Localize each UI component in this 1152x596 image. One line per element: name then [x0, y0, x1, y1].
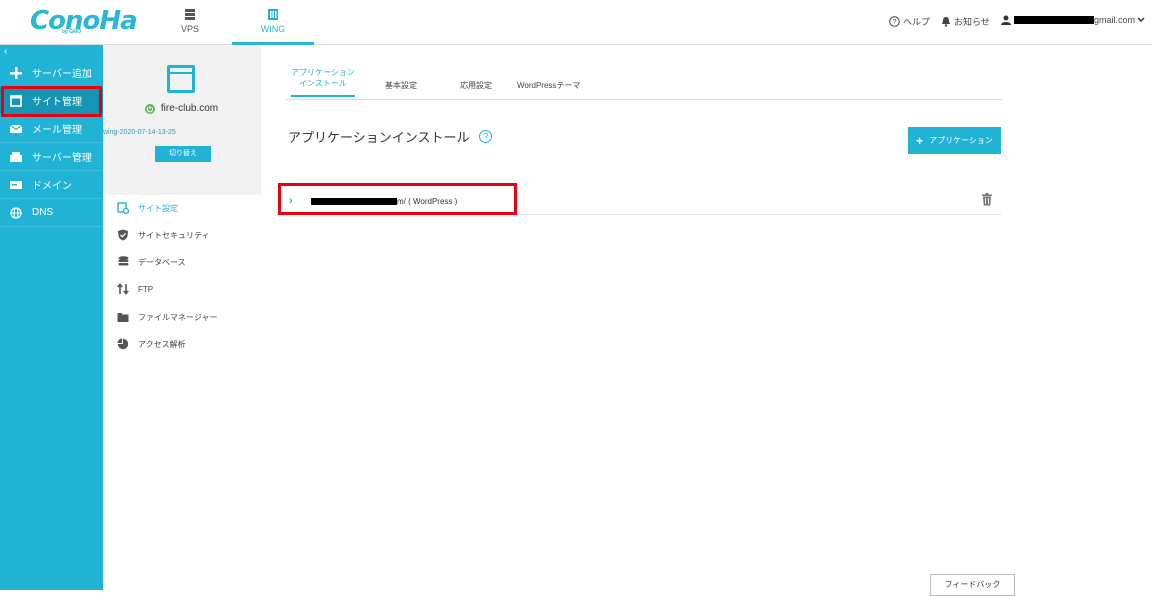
page-title: アプリケーションインストール ?	[288, 127, 493, 146]
help-question-icon[interactable]: ?	[479, 130, 493, 143]
database-icon	[117, 256, 129, 268]
highlight-box-application	[278, 183, 517, 215]
wing-icon	[268, 9, 278, 20]
feedback-button[interactable]: フィードバック	[930, 574, 1015, 596]
domain-icon	[9, 178, 23, 192]
menu-ftp[interactable]: FTP	[117, 283, 153, 295]
sidebar-item-label: メール管理	[32, 125, 82, 136]
plus-icon: +	[916, 133, 924, 148]
notifications-link[interactable]: お知らせ	[941, 15, 990, 28]
tab-label: 基本設定	[385, 81, 417, 90]
tab-label: WordPressテーマ	[517, 81, 581, 90]
menu-label: データベース	[138, 257, 186, 267]
menu-label: サイトセキュリティ	[138, 230, 210, 240]
tab-basic-settings[interactable]: 基本設定	[385, 80, 417, 91]
tab-wing-label: WING	[260, 24, 286, 34]
logo-text: ConoHa	[30, 6, 138, 36]
sidebar-item-label: サーバー追加	[32, 69, 92, 80]
tab-advanced-settings[interactable]: 応用設定	[460, 80, 492, 91]
plus-icon	[9, 66, 23, 80]
sidebar-item-label: サーバー管理	[32, 153, 92, 164]
sidebar-item-label: DNS	[32, 207, 54, 218]
chevron-down-icon	[1137, 17, 1145, 23]
collapse-sidebar-icon[interactable]: ‹	[4, 46, 7, 57]
ftp-icon	[117, 283, 129, 295]
page-title-text: アプリケーションインストール	[288, 130, 470, 145]
tab-application-install[interactable]: アプリケーション インストール	[291, 67, 355, 97]
tab-vps-label: VPS	[180, 24, 199, 34]
redacted-email	[1014, 16, 1094, 24]
tab-wordpress-theme[interactable]: WordPressテーマ	[517, 80, 580, 91]
tab-label-line2: インストール	[299, 79, 347, 88]
tab-wing[interactable]: WING	[232, 0, 314, 45]
help-icon: ?	[889, 16, 900, 27]
server-icon	[9, 150, 23, 164]
folder-icon	[117, 311, 129, 323]
site-name-text: fire-club.com	[160, 103, 219, 114]
tab-divider	[286, 99, 1002, 100]
shield-icon	[117, 229, 129, 241]
site-name: fire-club.com	[103, 103, 260, 114]
menu-site-settings[interactable]: サイト設定	[117, 202, 178, 214]
sidebar-item-dns[interactable]: DNS	[0, 199, 103, 227]
menu-database[interactable]: データベース	[117, 256, 186, 268]
server-stack-icon	[185, 9, 195, 20]
menu-label: サイト設定	[138, 203, 178, 213]
add-application-button[interactable]: + アプリケーション	[908, 127, 1001, 154]
site-id: wing-2020-07-14-13-25	[103, 129, 176, 136]
bell-icon	[942, 17, 950, 27]
site-info-box: fire-club.com wing-2020-07-14-13-25 切り替え	[103, 45, 261, 195]
account-menu[interactable]: gmail.com	[1001, 15, 1148, 25]
menu-file-manager[interactable]: ファイルマネージャー	[117, 311, 217, 323]
trash-icon[interactable]	[982, 193, 992, 206]
sidebar: ‹ サーバー追加 サイト管理 メール管理 サーバー管理 ドメイン DNS	[0, 45, 103, 590]
help-link[interactable]: ? ヘルプ	[889, 15, 930, 28]
highlight-box-sidebar	[1, 86, 102, 117]
account-email: gmail.com	[1094, 15, 1136, 25]
mail-icon	[9, 122, 23, 136]
tab-label-line1: アプリケーション	[291, 68, 355, 77]
sidebar-item-label: ドメイン	[32, 181, 72, 192]
menu-label: FTP	[138, 284, 154, 294]
site-window-icon	[167, 65, 195, 93]
sidebar-item-mail-management[interactable]: メール管理	[0, 115, 103, 143]
svg-text:?: ?	[893, 19, 897, 26]
main-content: アプリケーション インストール 基本設定 応用設定 WordPressテーマ ア…	[261, 45, 1152, 596]
power-status-icon	[144, 103, 155, 114]
tab-vps[interactable]: VPS	[149, 0, 231, 45]
globe-icon	[9, 206, 23, 220]
tab-label: 応用設定	[460, 81, 492, 90]
notifications-label: お知らせ	[954, 17, 990, 27]
switch-site-button[interactable]: 切り替え	[155, 146, 211, 162]
top-header: ConoHa by GMO VPS WING ? ヘルプ お知らせ gmail.…	[0, 0, 1152, 45]
user-icon	[1001, 15, 1011, 25]
menu-site-security[interactable]: サイトセキュリティ	[117, 229, 210, 241]
sidebar-item-add-server[interactable]: サーバー追加	[0, 59, 103, 87]
pie-chart-icon	[117, 338, 129, 350]
site-menu: サイト設定 サイトセキュリティ データベース FTP ファイルマネージャー アク…	[103, 195, 261, 590]
sidebar-item-domain[interactable]: ドメイン	[0, 171, 103, 199]
menu-label: ファイルマネージャー	[138, 312, 218, 322]
menu-label: アクセス解析	[138, 339, 186, 349]
help-label: ヘルプ	[903, 17, 931, 27]
site-settings-icon	[117, 202, 129, 214]
site-panel: fire-club.com wing-2020-07-14-13-25 切り替え…	[103, 45, 261, 590]
menu-access-analytics[interactable]: アクセス解析	[117, 338, 186, 350]
add-application-label: アプリケーション	[929, 136, 993, 145]
logo-sub: by GMO	[62, 29, 82, 35]
sidebar-item-server-management[interactable]: サーバー管理	[0, 143, 103, 171]
